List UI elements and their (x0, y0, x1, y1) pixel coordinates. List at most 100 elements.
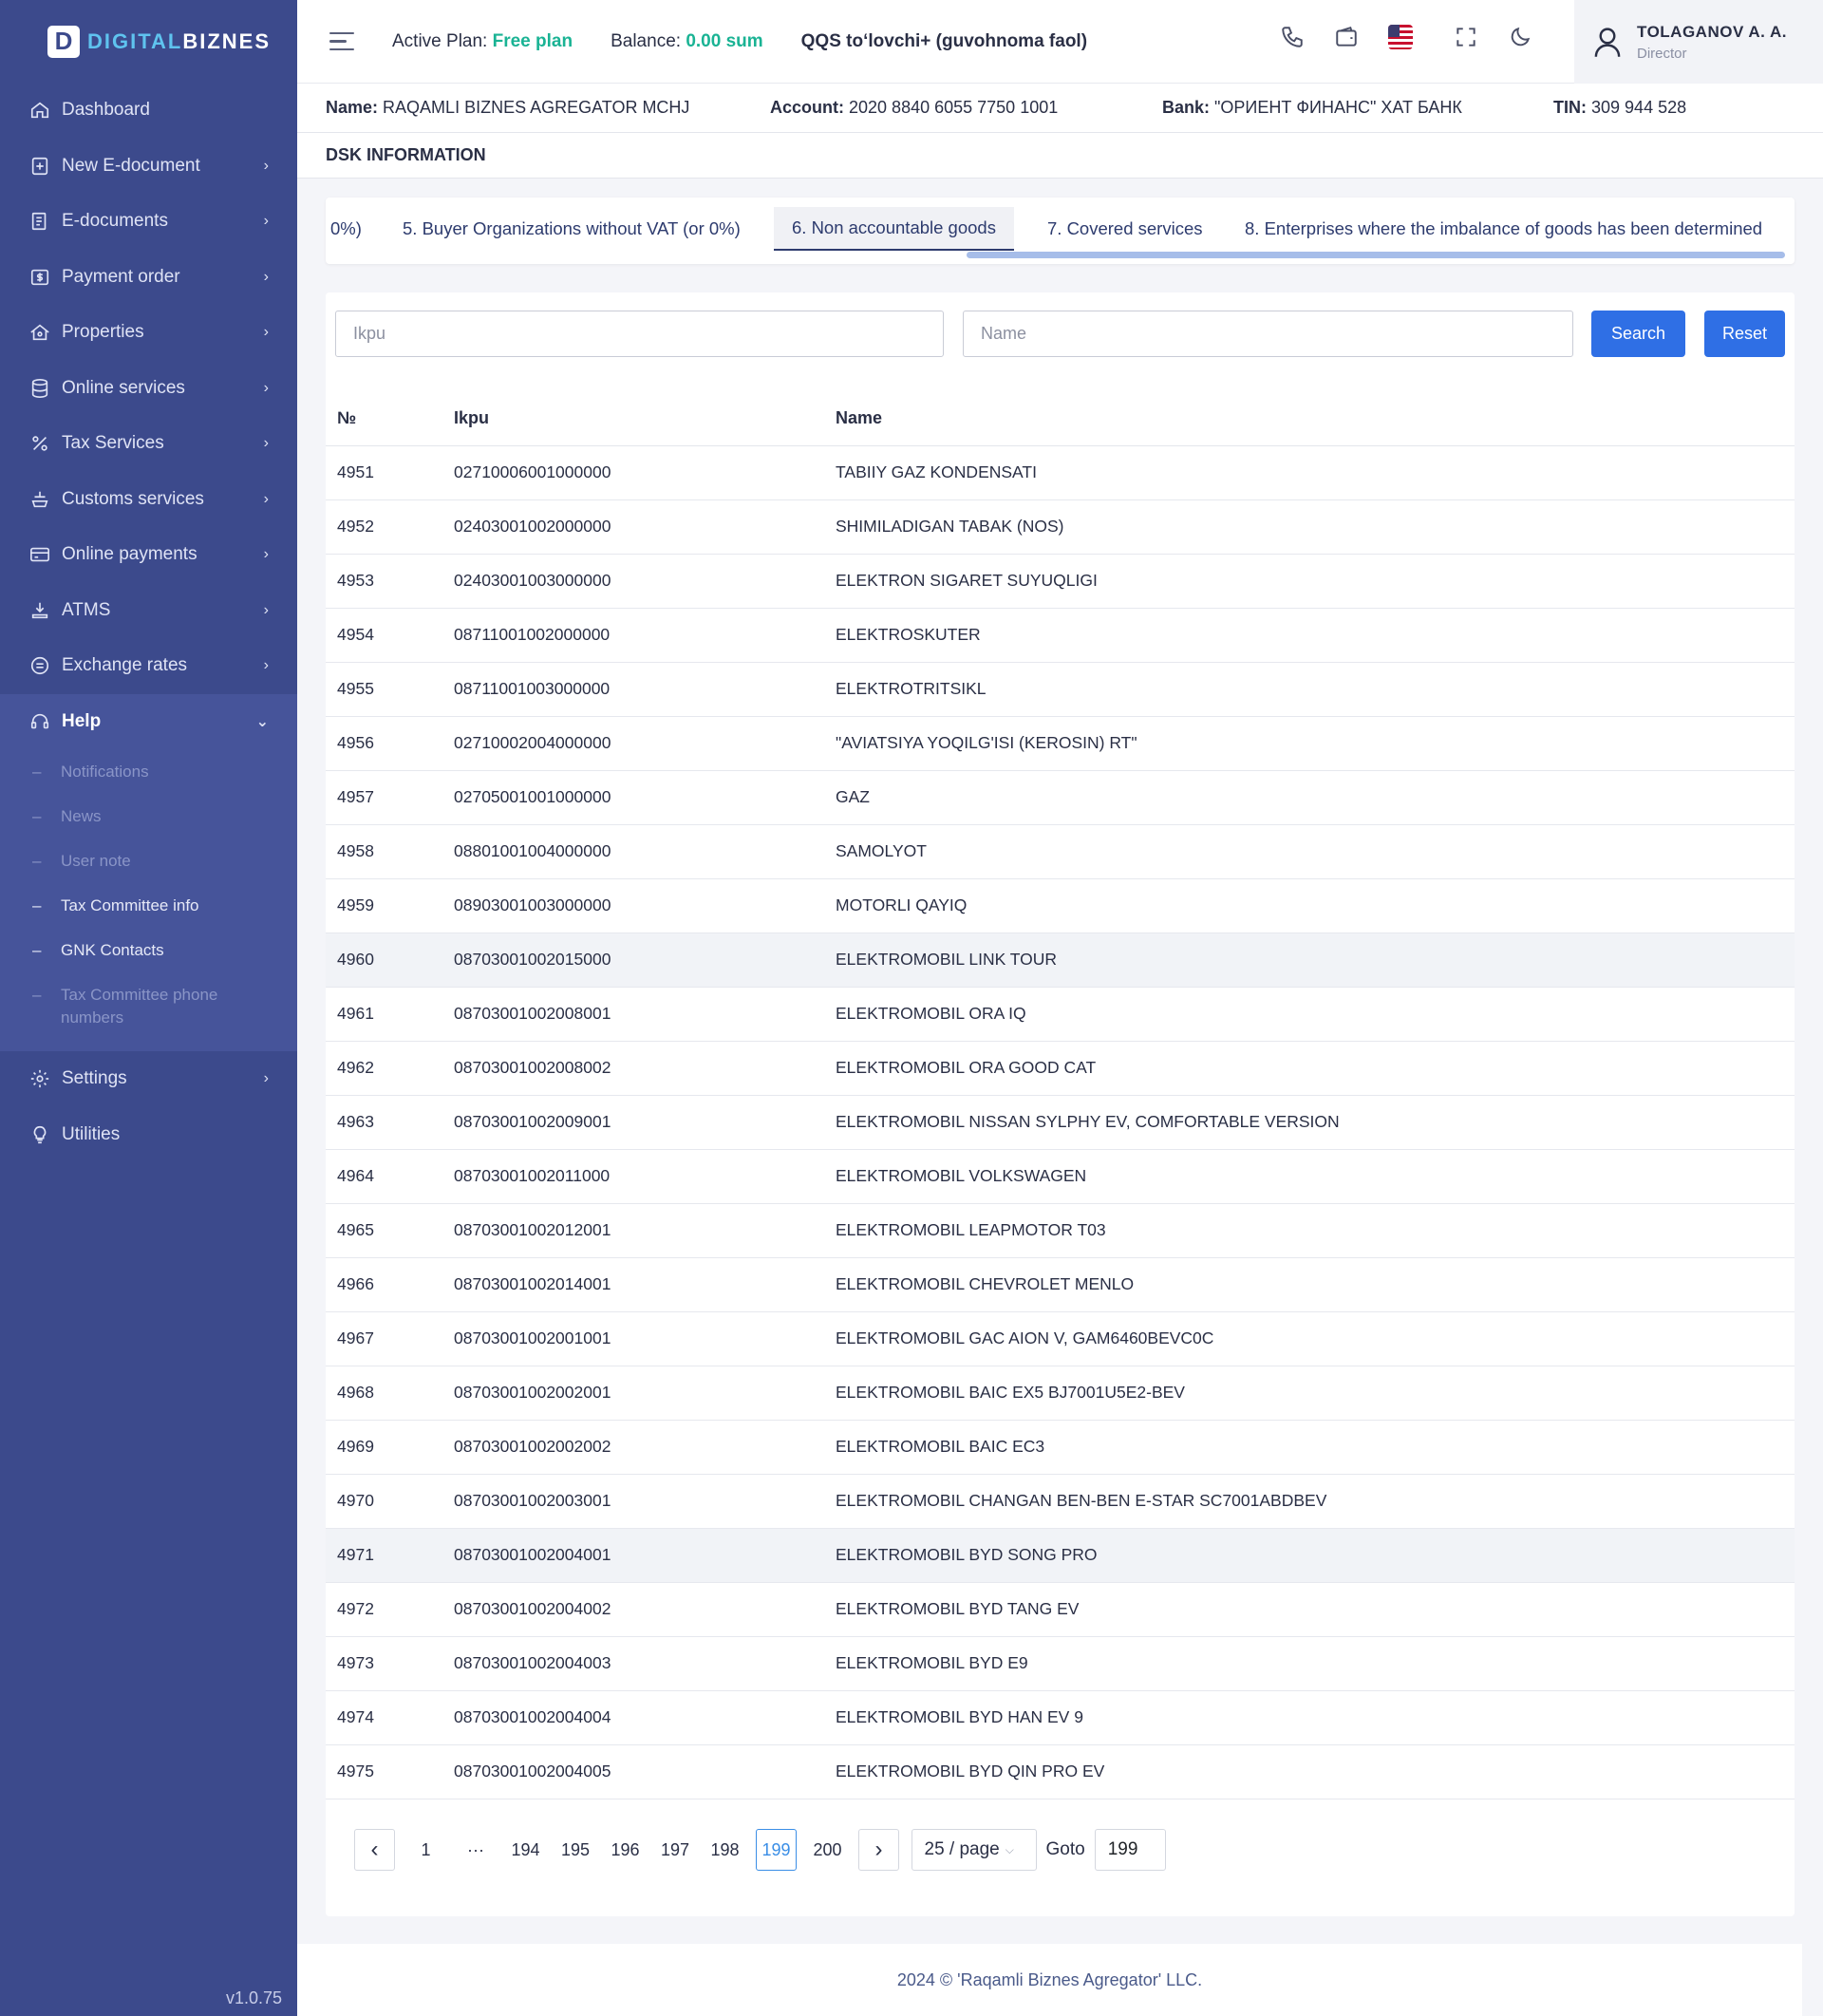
cell-name: ELEKTROMOBIL VOLKSWAGEN (836, 1149, 1795, 1204)
user-menu[interactable]: TOLAGANOV A. A. Director (1574, 0, 1823, 84)
phone-icon[interactable] (1280, 25, 1305, 49)
table-row[interactable]: 4973 08703001002004003 ELEKTROMOBIL BYD E9 (326, 1636, 1795, 1691)
topbar: Active Plan: Free plan Balance: 0.00 sum… (297, 0, 1823, 84)
page-198[interactable]: 198 (706, 1829, 744, 1871)
sidebar-item-exchange-rates[interactable]: Exchange rates › (0, 638, 297, 694)
sidebar-item-settings[interactable]: Settings › (0, 1051, 297, 1107)
cell-ikpu: 08703001002012001 (454, 1203, 836, 1258)
table-row[interactable]: 4954 08711001002000000 ELEKTROSKUTER (326, 608, 1795, 663)
cell-ikpu: 08903001003000000 (454, 878, 836, 933)
sidebar-item-help[interactable]: Help ⌄ (0, 693, 297, 749)
page-200[interactable]: 200 (809, 1829, 847, 1871)
cell-number: 4956 (326, 716, 454, 771)
table-row[interactable]: 4967 08703001002001001 ELEKTROMOBIL GAC AI… (326, 1311, 1795, 1366)
wallet-icon[interactable] (1334, 25, 1359, 49)
search-button[interactable]: Search (1591, 311, 1685, 357)
submenu-item-notifications[interactable]: – Notifications (0, 749, 297, 794)
table-row[interactable]: 4968 08703001002002001 ELEKTROMOBIL BAIC E… (326, 1366, 1795, 1421)
sidebar-item-dashboard[interactable]: Dashboard (0, 83, 297, 139)
table-row[interactable]: 4975 08703001002004005 ELEKTROMOBIL BYD QI… (326, 1744, 1795, 1799)
table-row[interactable]: 4974 08703001002004004 ELEKTROMOBIL BYD HA… (326, 1690, 1795, 1745)
page-ellipsis[interactable]: ··· (457, 1829, 495, 1871)
sidebar-item-utilities[interactable]: Utilities (0, 1107, 297, 1163)
cell-ikpu: 02710002004000000 (454, 716, 836, 771)
submenu-item-tax-committee-phones[interactable]: – Tax Committee phone numbers (0, 972, 297, 1040)
cell-ikpu: 08703001002002002 (454, 1420, 836, 1475)
table-row[interactable]: 4956 02710002004000000 "AVIATSIYA YOQILG'I… (326, 716, 1795, 771)
sidebar-item-atms[interactable]: ATMS › (0, 583, 297, 639)
table-row[interactable]: 4962 08703001002008002 ELEKTROMOBIL ORA GO… (326, 1041, 1795, 1096)
cell-name: ELEKTROMOBIL LEAPMOTOR T03 (836, 1203, 1795, 1258)
page-196[interactable]: 196 (607, 1829, 645, 1871)
page-194[interactable]: 194 (507, 1829, 545, 1871)
content-card: Search Reset № Ikpu Name 495102710006001… (326, 292, 1795, 1916)
next-page-button[interactable]: › (858, 1829, 899, 1871)
headset-icon (28, 710, 51, 733)
chevron-right-icon: › (263, 213, 269, 230)
tab-buyer-orgs-without-vat[interactable]: 5. Buyer Organizations without VAT (or 0… (403, 207, 741, 251)
page-199-current[interactable]: 199 (756, 1829, 797, 1871)
reset-button[interactable]: Reset (1704, 311, 1785, 357)
cell-number: 4960 (326, 933, 454, 988)
sidebar-item-properties[interactable]: Properties › (0, 305, 297, 361)
cell-ikpu: 08703001002003001 (454, 1474, 836, 1529)
cell-number: 4970 (326, 1474, 454, 1529)
table-row[interactable]: 4966 08703001002014001 ELEKTROMOBIL CHEVRO… (326, 1257, 1795, 1312)
table-row[interactable]: 4971 08703001002004001 ELEKTROMOBIL BYD SO… (326, 1528, 1795, 1583)
sidebar-item-online-payments[interactable]: Online payments › (0, 527, 297, 583)
page-197[interactable]: 197 (656, 1829, 694, 1871)
table-row[interactable]: 4961 08703001002008001 ELEKTROMOBIL ORA IQ (326, 987, 1795, 1042)
sidebar-item-edocuments[interactable]: E-documents › (0, 194, 297, 250)
name-input[interactable] (963, 311, 1573, 357)
bulb-icon (28, 1123, 51, 1146)
page-size-select[interactable]: 25 / page ⌵ (911, 1829, 1037, 1871)
cell-name: TABIIY GAZ KONDENSATI (836, 445, 1795, 500)
table-row[interactable]: 4952 02403001002000000 SHIMILADIGAN TABAK … (326, 499, 1795, 555)
goto-input[interactable]: 199 (1094, 1829, 1166, 1871)
cell-number: 4966 (326, 1257, 454, 1312)
prev-page-button[interactable]: ‹ (354, 1829, 395, 1871)
cell-name: ELEKTROMOBIL BYD QIN PRO EV (836, 1744, 1795, 1799)
sidebar-item-tax-services[interactable]: Tax Services › (0, 416, 297, 472)
dark-mode-icon[interactable] (1508, 25, 1532, 49)
company-account: Account: 2020 8840 6055 7750 1001 (770, 98, 1059, 117)
table-row[interactable]: 4958 08801001004000000 SAMOLYOT (326, 824, 1795, 879)
submenu-item-news[interactable]: – News (0, 794, 297, 838)
sidebar-item-payment-order[interactable]: Payment order › (0, 250, 297, 306)
us-flag-icon[interactable] (1388, 25, 1413, 49)
ikpu-input[interactable] (335, 311, 944, 357)
tab-non-accountable-goods[interactable]: 6. Non accountable goods (774, 207, 1014, 251)
table-row[interactable]: 4964 08703001002011000 ELEKTROMOBIL VOLKSW… (326, 1149, 1795, 1204)
sidebar-item-online-services[interactable]: Online services › (0, 361, 297, 417)
tab-imbalance-enterprises[interactable]: 8. Enterprises where the imbalance of go… (1245, 207, 1762, 251)
sidebar-item-new-edocument[interactable]: New E-document › (0, 139, 297, 195)
balance: Balance: 0.00 sum (611, 30, 763, 51)
tab-covered-services[interactable]: 7. Covered services (1047, 207, 1202, 251)
cell-name: ELEKTROMOBIL BYD TANG EV (836, 1582, 1795, 1637)
submenu-item-user-note[interactable]: – User note (0, 838, 297, 883)
tab-4-partial[interactable]: 0%) (330, 207, 362, 251)
table-row[interactable]: 4955 08711001003000000 ELEKTROTRITSIKL (326, 662, 1795, 717)
menu-toggle-icon[interactable] (329, 27, 354, 57)
table-row[interactable]: 4957 02705001001000000 GAZ (326, 770, 1795, 825)
table-row[interactable]: 4969 08703001002002002 ELEKTROMOBIL BAIC E… (326, 1420, 1795, 1475)
sidebar-item-customs-services[interactable]: Customs services › (0, 472, 297, 528)
table-row[interactable]: 4963 08703001002009001 ELEKTROMOBIL NISSAN… (326, 1095, 1795, 1150)
cell-name: SAMOLYOT (836, 824, 1795, 879)
submenu-item-tax-committee-info[interactable]: – Tax Committee info (0, 883, 297, 928)
page-1[interactable]: 1 (407, 1829, 445, 1871)
table-row[interactable]: 4951 02710006001000000 TABIIY GAZ KONDENSA… (326, 445, 1795, 500)
table-row[interactable]: 4953 02403001003000000 ELEKTRON SIGARET SU… (326, 554, 1795, 609)
page-195[interactable]: 195 (556, 1829, 594, 1871)
tabs-scrollbar[interactable] (967, 252, 1785, 258)
table-row[interactable]: 4972 08703001002004002 ELEKTROMOBIL BYD TA… (326, 1582, 1795, 1637)
table-row[interactable]: 4960 08703001002015000 ELEKTROMOBIL LINK T… (326, 933, 1795, 988)
table-row[interactable]: 4970 08703001002003001 ELEKTROMOBIL CHANGA… (326, 1474, 1795, 1529)
table-row[interactable]: 4965 08703001002012001 ELEKTROMOBIL LEAPMO… (326, 1203, 1795, 1258)
logo[interactable]: D DIGITALBIZNES (0, 0, 297, 83)
goods-table: № Ikpu Name 4951 02710006001000000 TABIIY … (326, 391, 1795, 1799)
fullscreen-icon[interactable] (1454, 25, 1478, 49)
house-icon (28, 321, 51, 344)
table-row[interactable]: 4959 08903001003000000 MOTORLI QAYIQ (326, 878, 1795, 933)
submenu-item-gnk-contacts[interactable]: – GNK Contacts (0, 928, 297, 972)
